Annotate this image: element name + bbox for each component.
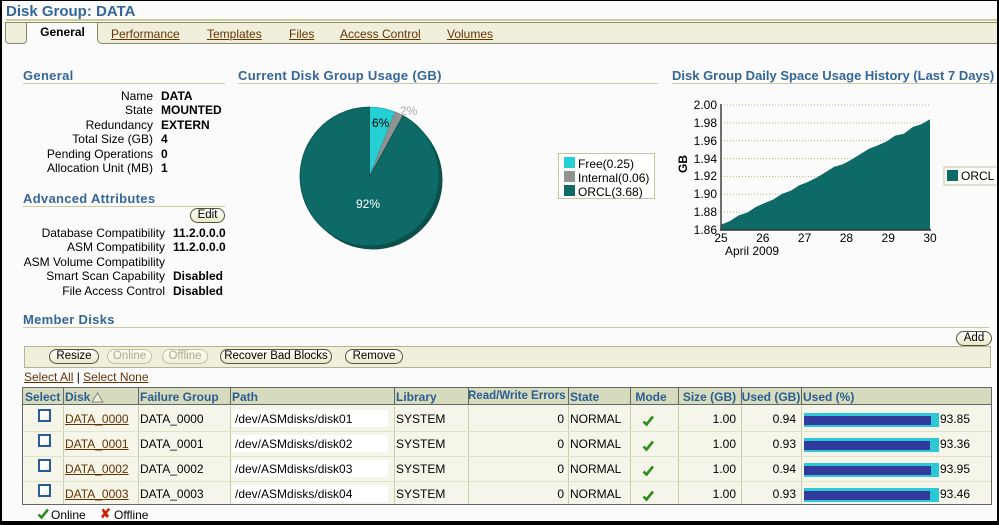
svg-text:1.92: 1.92 — [694, 169, 718, 183]
svg-text:92%: 92% — [356, 197, 380, 211]
svg-text:GB: GB — [676, 155, 690, 173]
svg-text:1.94: 1.94 — [694, 152, 718, 166]
svg-text:27: 27 — [798, 231, 812, 245]
svg-text:25: 25 — [714, 231, 728, 245]
svg-text:30: 30 — [923, 231, 937, 245]
svg-text:28: 28 — [840, 231, 854, 245]
svg-text:1.90: 1.90 — [694, 187, 718, 201]
svg-text:April 2009: April 2009 — [725, 244, 779, 258]
svg-text:ORCL: ORCL — [961, 169, 995, 183]
svg-text:1.98: 1.98 — [694, 116, 718, 130]
svg-text:29: 29 — [882, 231, 896, 245]
svg-text:2.00: 2.00 — [694, 98, 718, 112]
svg-text:26: 26 — [756, 231, 770, 245]
svg-text:1.88: 1.88 — [694, 205, 718, 219]
svg-text:1.96: 1.96 — [694, 134, 718, 148]
svg-text:6%: 6% — [372, 116, 390, 130]
svg-text:2%: 2% — [400, 104, 418, 118]
